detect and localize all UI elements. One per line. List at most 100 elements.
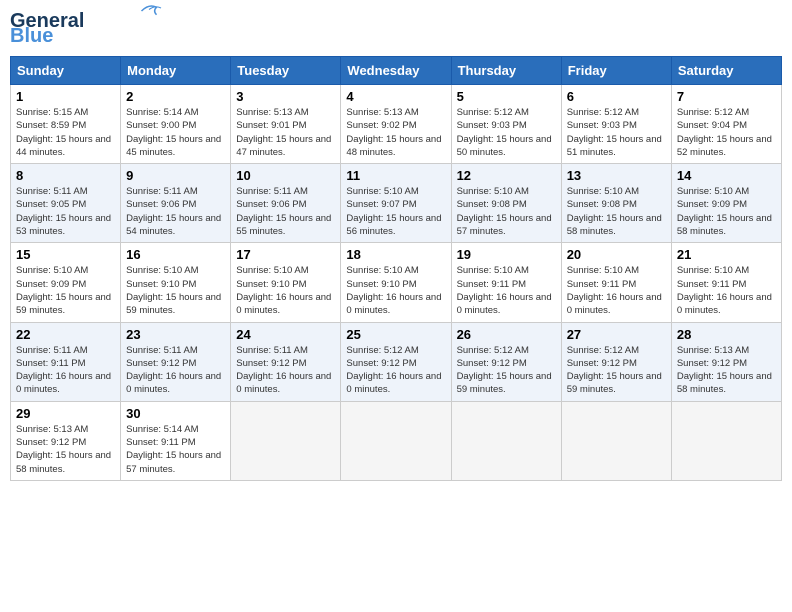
header: General Blue <box>10 10 782 48</box>
logo-bird-icon <box>134 2 164 20</box>
day-number: 28 <box>677 327 776 342</box>
calendar-day-cell: 21 Sunrise: 5:10 AM Sunset: 9:11 PM Dayl… <box>671 243 781 322</box>
calendar-day-cell: 22 Sunrise: 5:11 AM Sunset: 9:11 PM Dayl… <box>11 322 121 401</box>
calendar-header-monday: Monday <box>121 57 231 85</box>
day-info: Sunrise: 5:10 AM Sunset: 9:10 PM Dayligh… <box>126 264 225 317</box>
calendar: SundayMondayTuesdayWednesdayThursdayFrid… <box>10 56 782 481</box>
day-number: 12 <box>457 168 556 183</box>
day-info: Sunrise: 5:11 AM Sunset: 9:12 PM Dayligh… <box>126 344 225 397</box>
calendar-day-cell: 3 Sunrise: 5:13 AM Sunset: 9:01 PM Dayli… <box>231 85 341 164</box>
day-number: 6 <box>567 89 666 104</box>
day-number: 21 <box>677 247 776 262</box>
calendar-day-cell: 15 Sunrise: 5:10 AM Sunset: 9:09 PM Dayl… <box>11 243 121 322</box>
calendar-header-tuesday: Tuesday <box>231 57 341 85</box>
calendar-week-row: 1 Sunrise: 5:15 AM Sunset: 8:59 PM Dayli… <box>11 85 782 164</box>
calendar-day-cell: 6 Sunrise: 5:12 AM Sunset: 9:03 PM Dayli… <box>561 85 671 164</box>
day-info: Sunrise: 5:14 AM Sunset: 9:11 PM Dayligh… <box>126 423 225 476</box>
calendar-day-cell: 9 Sunrise: 5:11 AM Sunset: 9:06 PM Dayli… <box>121 164 231 243</box>
day-info: Sunrise: 5:12 AM Sunset: 9:12 PM Dayligh… <box>567 344 666 397</box>
calendar-day-cell: 29 Sunrise: 5:13 AM Sunset: 9:12 PM Dayl… <box>11 401 121 480</box>
calendar-day-cell: 27 Sunrise: 5:12 AM Sunset: 9:12 PM Dayl… <box>561 322 671 401</box>
day-number: 29 <box>16 406 115 421</box>
calendar-day-cell <box>341 401 451 480</box>
day-info: Sunrise: 5:12 AM Sunset: 9:04 PM Dayligh… <box>677 106 776 159</box>
calendar-week-row: 15 Sunrise: 5:10 AM Sunset: 9:09 PM Dayl… <box>11 243 782 322</box>
day-number: 30 <box>126 406 225 421</box>
day-number: 26 <box>457 327 556 342</box>
calendar-day-cell: 16 Sunrise: 5:10 AM Sunset: 9:10 PM Dayl… <box>121 243 231 322</box>
day-number: 24 <box>236 327 335 342</box>
calendar-header-row: SundayMondayTuesdayWednesdayThursdayFrid… <box>11 57 782 85</box>
day-info: Sunrise: 5:10 AM Sunset: 9:08 PM Dayligh… <box>567 185 666 238</box>
day-number: 27 <box>567 327 666 342</box>
day-info: Sunrise: 5:11 AM Sunset: 9:11 PM Dayligh… <box>16 344 115 397</box>
day-info: Sunrise: 5:15 AM Sunset: 8:59 PM Dayligh… <box>16 106 115 159</box>
calendar-week-row: 22 Sunrise: 5:11 AM Sunset: 9:11 PM Dayl… <box>11 322 782 401</box>
day-number: 15 <box>16 247 115 262</box>
day-number: 16 <box>126 247 225 262</box>
calendar-day-cell: 1 Sunrise: 5:15 AM Sunset: 8:59 PM Dayli… <box>11 85 121 164</box>
calendar-day-cell: 11 Sunrise: 5:10 AM Sunset: 9:07 PM Dayl… <box>341 164 451 243</box>
day-number: 22 <box>16 327 115 342</box>
day-info: Sunrise: 5:13 AM Sunset: 9:12 PM Dayligh… <box>677 344 776 397</box>
calendar-week-row: 8 Sunrise: 5:11 AM Sunset: 9:05 PM Dayli… <box>11 164 782 243</box>
day-info: Sunrise: 5:10 AM Sunset: 9:10 PM Dayligh… <box>236 264 335 317</box>
calendar-day-cell: 30 Sunrise: 5:14 AM Sunset: 9:11 PM Dayl… <box>121 401 231 480</box>
day-info: Sunrise: 5:10 AM Sunset: 9:10 PM Dayligh… <box>346 264 445 317</box>
day-number: 11 <box>346 168 445 183</box>
calendar-day-cell: 28 Sunrise: 5:13 AM Sunset: 9:12 PM Dayl… <box>671 322 781 401</box>
calendar-day-cell: 20 Sunrise: 5:10 AM Sunset: 9:11 PM Dayl… <box>561 243 671 322</box>
day-info: Sunrise: 5:11 AM Sunset: 9:05 PM Dayligh… <box>16 185 115 238</box>
day-info: Sunrise: 5:12 AM Sunset: 9:12 PM Dayligh… <box>457 344 556 397</box>
day-info: Sunrise: 5:11 AM Sunset: 9:06 PM Dayligh… <box>126 185 225 238</box>
calendar-day-cell: 17 Sunrise: 5:10 AM Sunset: 9:10 PM Dayl… <box>231 243 341 322</box>
day-info: Sunrise: 5:10 AM Sunset: 9:11 PM Dayligh… <box>677 264 776 317</box>
day-info: Sunrise: 5:13 AM Sunset: 9:12 PM Dayligh… <box>16 423 115 476</box>
day-number: 25 <box>346 327 445 342</box>
day-number: 5 <box>457 89 556 104</box>
calendar-day-cell: 12 Sunrise: 5:10 AM Sunset: 9:08 PM Dayl… <box>451 164 561 243</box>
day-number: 4 <box>346 89 445 104</box>
calendar-day-cell: 4 Sunrise: 5:13 AM Sunset: 9:02 PM Dayli… <box>341 85 451 164</box>
day-number: 13 <box>567 168 666 183</box>
logo-blue: Blue <box>10 25 53 48</box>
day-number: 14 <box>677 168 776 183</box>
day-info: Sunrise: 5:12 AM Sunset: 9:03 PM Dayligh… <box>567 106 666 159</box>
calendar-day-cell <box>561 401 671 480</box>
calendar-header-friday: Friday <box>561 57 671 85</box>
calendar-header-wednesday: Wednesday <box>341 57 451 85</box>
day-info: Sunrise: 5:13 AM Sunset: 9:01 PM Dayligh… <box>236 106 335 159</box>
calendar-day-cell: 5 Sunrise: 5:12 AM Sunset: 9:03 PM Dayli… <box>451 85 561 164</box>
calendar-day-cell: 19 Sunrise: 5:10 AM Sunset: 9:11 PM Dayl… <box>451 243 561 322</box>
day-info: Sunrise: 5:13 AM Sunset: 9:02 PM Dayligh… <box>346 106 445 159</box>
calendar-day-cell: 2 Sunrise: 5:14 AM Sunset: 9:00 PM Dayli… <box>121 85 231 164</box>
day-number: 10 <box>236 168 335 183</box>
calendar-day-cell: 26 Sunrise: 5:12 AM Sunset: 9:12 PM Dayl… <box>451 322 561 401</box>
day-info: Sunrise: 5:14 AM Sunset: 9:00 PM Dayligh… <box>126 106 225 159</box>
day-number: 19 <box>457 247 556 262</box>
calendar-header-thursday: Thursday <box>451 57 561 85</box>
calendar-day-cell: 18 Sunrise: 5:10 AM Sunset: 9:10 PM Dayl… <box>341 243 451 322</box>
logo: General Blue <box>10 10 164 48</box>
calendar-header-saturday: Saturday <box>671 57 781 85</box>
day-number: 18 <box>346 247 445 262</box>
calendar-day-cell <box>451 401 561 480</box>
calendar-day-cell <box>231 401 341 480</box>
calendar-day-cell <box>671 401 781 480</box>
day-info: Sunrise: 5:11 AM Sunset: 9:12 PM Dayligh… <box>236 344 335 397</box>
day-info: Sunrise: 5:10 AM Sunset: 9:07 PM Dayligh… <box>346 185 445 238</box>
day-number: 3 <box>236 89 335 104</box>
calendar-day-cell: 25 Sunrise: 5:12 AM Sunset: 9:12 PM Dayl… <box>341 322 451 401</box>
calendar-day-cell: 7 Sunrise: 5:12 AM Sunset: 9:04 PM Dayli… <box>671 85 781 164</box>
calendar-header-sunday: Sunday <box>11 57 121 85</box>
day-info: Sunrise: 5:11 AM Sunset: 9:06 PM Dayligh… <box>236 185 335 238</box>
day-number: 2 <box>126 89 225 104</box>
calendar-day-cell: 13 Sunrise: 5:10 AM Sunset: 9:08 PM Dayl… <box>561 164 671 243</box>
day-number: 20 <box>567 247 666 262</box>
day-info: Sunrise: 5:12 AM Sunset: 9:12 PM Dayligh… <box>346 344 445 397</box>
day-number: 1 <box>16 89 115 104</box>
calendar-day-cell: 10 Sunrise: 5:11 AM Sunset: 9:06 PM Dayl… <box>231 164 341 243</box>
day-info: Sunrise: 5:10 AM Sunset: 9:08 PM Dayligh… <box>457 185 556 238</box>
calendar-week-row: 29 Sunrise: 5:13 AM Sunset: 9:12 PM Dayl… <box>11 401 782 480</box>
calendar-day-cell: 23 Sunrise: 5:11 AM Sunset: 9:12 PM Dayl… <box>121 322 231 401</box>
